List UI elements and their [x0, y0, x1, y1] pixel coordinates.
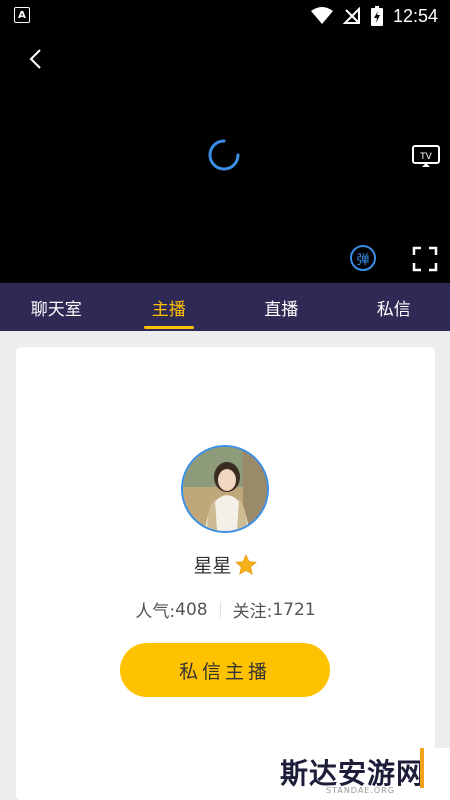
tab-chatroom[interactable]: 聊天室	[0, 283, 113, 331]
tab-anchor[interactable]: 主播	[113, 283, 226, 331]
active-tab-indicator	[143, 326, 194, 329]
follow-label: 关注:	[232, 602, 273, 622]
anchor-stats: 人气: 408 关注: 1721	[16, 597, 435, 623]
message-anchor-button[interactable]: 私信主播	[120, 643, 330, 697]
svg-text:TV: TV	[419, 152, 432, 162]
status-bar: A 12:54	[0, 0, 450, 32]
tab-label: 主播	[151, 299, 186, 320]
back-arrow-icon[interactable]	[24, 46, 50, 72]
tv-cast-icon[interactable]: TV	[412, 144, 440, 168]
popularity-label: 人气:	[135, 602, 176, 622]
avatar[interactable]	[181, 445, 269, 533]
star-icon	[234, 553, 257, 575]
status-icons: 12:54	[310, 4, 438, 28]
tab-bar: 聊天室 主播 直播 私信	[0, 283, 450, 331]
tab-label: 聊天室	[30, 299, 82, 320]
tab-label: 直播	[264, 299, 299, 320]
popularity-value: 408	[175, 599, 208, 620]
watermark-accent	[420, 748, 424, 788]
fullscreen-icon[interactable]	[412, 246, 438, 272]
anchor-profile-card: 星星 人气: 408 关注: 1721 私信主播	[16, 347, 435, 800]
tab-private-message[interactable]: 私信	[338, 283, 450, 331]
loading-spinner-icon	[208, 139, 240, 171]
battery-icon	[370, 6, 383, 26]
danmu-toggle-button[interactable]: 弹	[350, 245, 376, 271]
tab-label: 私信	[376, 299, 411, 320]
clock: 12:54	[392, 5, 438, 26]
tab-live[interactable]: 直播	[225, 283, 338, 331]
watermark: 斯达安游网 STANDAE.ORG	[272, 748, 450, 800]
anchor-name: 星星	[193, 555, 232, 577]
stats-divider	[219, 601, 221, 618]
anchor-name-row: 星星	[16, 551, 435, 578]
follow-value: 1721	[272, 599, 316, 620]
avatar-image	[183, 447, 267, 531]
wifi-icon	[310, 7, 333, 24]
video-player[interactable]: TV 弹	[0, 32, 450, 283]
no-signal-icon	[342, 7, 360, 24]
watermark-subtext: STANDAE.ORG	[326, 786, 395, 795]
app-notification-icon: A	[14, 7, 30, 23]
